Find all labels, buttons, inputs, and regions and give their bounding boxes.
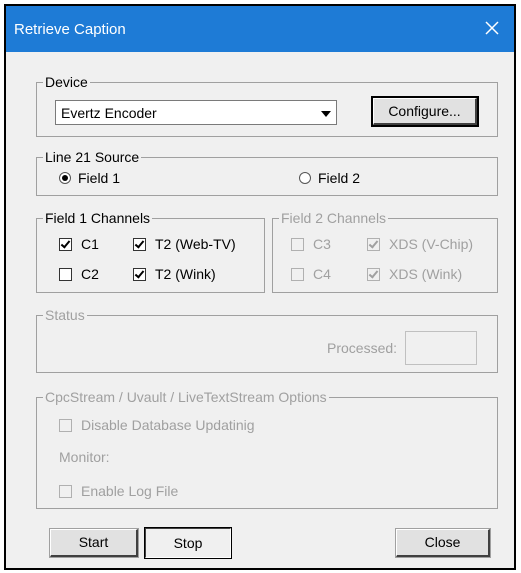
field1-radio-label: Field 1 bbox=[78, 170, 121, 186]
disable-db-checkbox-box[interactable] bbox=[59, 418, 72, 432]
stream-options-label: CpcStream / Uvault / LiveTextStream Opti… bbox=[43, 389, 329, 405]
t2-wink-checkbox-box[interactable] bbox=[133, 267, 146, 281]
t2-webtv-label: T2 (Web-TV) bbox=[155, 236, 236, 252]
start-button[interactable]: Start bbox=[49, 528, 139, 558]
c3-checkbox-box[interactable] bbox=[291, 237, 304, 251]
processed-label: Processed: bbox=[327, 340, 398, 356]
title-bar: Retrieve Caption bbox=[6, 6, 514, 52]
stop-button[interactable]: Stop bbox=[144, 527, 232, 559]
disable-db-updating-checkbox[interactable]: Disable Database Updatinig bbox=[59, 417, 255, 433]
c2-label: C2 bbox=[81, 266, 99, 282]
enable-log-checkbox-box[interactable] bbox=[59, 484, 72, 498]
t2-wink-label: T2 (Wink) bbox=[155, 266, 216, 282]
xds-wink-checkbox-box[interactable] bbox=[367, 267, 380, 281]
c4-checkbox-box[interactable] bbox=[291, 267, 304, 281]
configure-button[interactable]: Configure... bbox=[371, 96, 479, 127]
field1-channels-group: Field 1 Channels C1 T2 (Web-TV) C2 T2 (W… bbox=[36, 210, 265, 293]
field2-channels-group: Field 2 Channels C3 XDS (V-Chip) C4 XDS … bbox=[272, 210, 498, 293]
chevron-down-icon[interactable] bbox=[315, 103, 334, 123]
field2-radio-label: Field 2 bbox=[318, 170, 361, 186]
stream-options-group: CpcStream / Uvault / LiveTextStream Opti… bbox=[36, 389, 498, 509]
t2-webtv-checkbox[interactable]: T2 (Web-TV) bbox=[133, 236, 236, 252]
enable-log-label: Enable Log File bbox=[81, 483, 179, 499]
field2-radio-dot[interactable] bbox=[299, 172, 311, 184]
device-dropdown-value: Evertz Encoder bbox=[61, 105, 157, 121]
status-group-label: Status bbox=[43, 307, 87, 323]
c1-checkbox-box[interactable] bbox=[59, 237, 72, 251]
xds-wink-label: XDS (Wink) bbox=[389, 266, 463, 282]
device-group-label: Device bbox=[43, 74, 90, 90]
field2-channels-label: Field 2 Channels bbox=[279, 210, 389, 226]
c2-checkbox[interactable]: C2 bbox=[59, 266, 99, 282]
xds-vchip-checkbox-box[interactable] bbox=[367, 237, 380, 251]
close-window-icon[interactable] bbox=[480, 16, 504, 40]
c3-label: C3 bbox=[313, 236, 331, 252]
c1-checkbox[interactable]: C1 bbox=[59, 236, 99, 252]
window-title: Retrieve Caption bbox=[14, 21, 126, 38]
line21-source-group: Line 21 Source Field 1 Field 2 bbox=[36, 149, 498, 196]
xds-vchip-label: XDS (V-Chip) bbox=[389, 236, 474, 252]
field1-radio[interactable]: Field 1 bbox=[59, 170, 120, 186]
c3-checkbox[interactable]: C3 bbox=[291, 236, 331, 252]
monitor-label: Monitor: bbox=[59, 449, 110, 465]
xds-vchip-checkbox[interactable]: XDS (V-Chip) bbox=[367, 236, 473, 252]
status-group: Status Processed: bbox=[36, 307, 498, 373]
device-dropdown[interactable]: Evertz Encoder bbox=[55, 100, 337, 125]
t2-webtv-checkbox-box[interactable] bbox=[133, 237, 146, 251]
line21-group-label: Line 21 Source bbox=[43, 149, 142, 165]
close-button[interactable]: Close bbox=[395, 528, 491, 558]
device-group: Device Evertz Encoder Configure... bbox=[36, 74, 498, 137]
field1-channels-label: Field 1 Channels bbox=[43, 210, 153, 226]
processed-field[interactable] bbox=[405, 331, 477, 365]
xds-wink-checkbox[interactable]: XDS (Wink) bbox=[367, 266, 462, 282]
t2-wink-checkbox[interactable]: T2 (Wink) bbox=[133, 266, 216, 282]
field2-radio[interactable]: Field 2 bbox=[299, 170, 360, 186]
retrieve-caption-dialog: Retrieve Caption Device Evertz Encoder C… bbox=[4, 4, 516, 570]
c4-label: C4 bbox=[313, 266, 331, 282]
c1-label: C1 bbox=[81, 236, 99, 252]
disable-db-label: Disable Database Updatinig bbox=[81, 417, 255, 433]
c4-checkbox[interactable]: C4 bbox=[291, 266, 331, 282]
enable-log-file-checkbox[interactable]: Enable Log File bbox=[59, 483, 178, 499]
c2-checkbox-box[interactable] bbox=[59, 267, 72, 281]
field1-radio-dot[interactable] bbox=[59, 172, 71, 184]
